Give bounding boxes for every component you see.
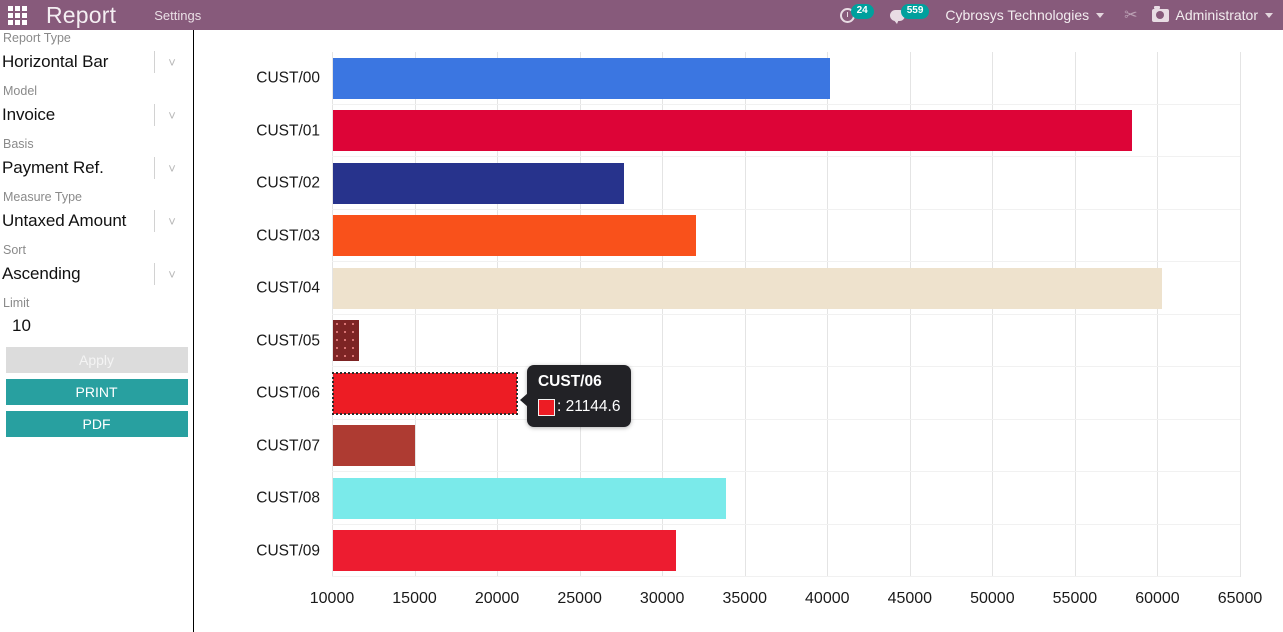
app-brand-title[interactable]: Report [46, 2, 116, 29]
y-axis-category-label: CUST/01 [256, 123, 320, 139]
y-axis-category-label: CUST/00 [256, 71, 320, 87]
chart-panel: 10000 15000 20000 25000 30000 35000 40000 45000… [195, 30, 1283, 632]
apply-button[interactable]: Apply [6, 347, 188, 373]
x-axis-tick-label: 20000 [475, 590, 520, 608]
basis-select-value[interactable]: Payment Ref. [2, 155, 154, 181]
tooltip-value-row: : 21144.6 [538, 397, 621, 418]
measure-type-select-value[interactable]: Untaxed Amount [2, 208, 154, 234]
chart-bar[interactable] [333, 425, 415, 466]
x-axis-tick-label: 25000 [557, 590, 602, 608]
tooltip-title: CUST/06 [538, 372, 621, 393]
report-options-sidebar: Report Type Horizontal Bar ˅ Model Invoi… [0, 30, 194, 632]
chart-bar[interactable] [333, 215, 696, 256]
y-axis-category-label: CUST/08 [256, 491, 320, 507]
sidebar-actions: Apply PRINT PDF [0, 347, 193, 437]
x-axis-tick-label: 50000 [970, 590, 1015, 608]
chart-row[interactable]: CUST/06 [332, 367, 1240, 420]
field-label-basis: Basis [2, 136, 189, 152]
y-axis-category-label: CUST/02 [256, 176, 320, 192]
chart-row[interactable]: CUST/07 [332, 420, 1240, 473]
chart-bar[interactable] [333, 268, 1162, 309]
chevron-down-icon[interactable]: ˅ [155, 161, 189, 176]
messages-count-badge: 559 [901, 4, 930, 19]
chevron-down-icon[interactable]: ˅ [155, 267, 189, 282]
field-label-sort: Sort [2, 242, 189, 258]
user-name: Administrator [1176, 7, 1258, 23]
apps-grid-icon[interactable] [2, 6, 32, 25]
tooltip-color-swatch [538, 399, 555, 416]
chart-bar[interactable] [333, 58, 830, 99]
menu-item-settings[interactable]: Settings [154, 8, 201, 23]
chart-row[interactable]: CUST/04 [332, 262, 1240, 315]
chevron-down-icon [1265, 13, 1273, 18]
x-gridline [1240, 52, 1241, 577]
x-axis-tick-label: 55000 [1053, 590, 1098, 608]
chart-bar[interactable] [333, 373, 517, 414]
field-label-limit: Limit [2, 295, 189, 311]
x-axis-tick-label: 60000 [1135, 590, 1180, 608]
y-gridline [332, 576, 1240, 577]
y-axis-category-label: CUST/03 [256, 228, 320, 244]
chevron-down-icon[interactable]: ˅ [155, 55, 189, 70]
chart-row[interactable]: CUST/02 [332, 157, 1240, 210]
x-axis-tick-label: 10000 [310, 590, 355, 608]
field-limit: Limit 10 [2, 295, 189, 341]
field-basis: Basis Payment Ref. ˅ [2, 136, 189, 184]
field-label-measure-type: Measure Type [2, 189, 189, 205]
field-sort: Sort Ascending ˅ [2, 242, 189, 290]
field-label-report-type: Report Type [2, 30, 189, 46]
chart-bar[interactable] [333, 320, 359, 361]
chart-row[interactable]: CUST/05 [332, 315, 1240, 368]
activity-count-badge: 24 [851, 4, 874, 19]
horizontal-bar-chart[interactable]: 1000015000200002500030000350004000045000… [332, 52, 1240, 577]
topbar-right-group: 24 559 Cybrosys Technologies ✂ Administr… [840, 0, 1283, 30]
y-axis-category-label: CUST/07 [256, 438, 320, 454]
chevron-down-icon [1096, 13, 1104, 18]
x-axis-tick-label: 30000 [640, 590, 685, 608]
y-axis-category-label: CUST/04 [256, 281, 320, 297]
model-select-value[interactable]: Invoice [2, 102, 154, 128]
company-name: Cybrosys Technologies [945, 7, 1089, 23]
company-switcher[interactable]: Cybrosys Technologies [945, 7, 1104, 23]
limit-input[interactable]: 10 [2, 311, 189, 341]
field-report-type: Report Type Horizontal Bar ˅ [2, 30, 189, 78]
field-model: Model Invoice ˅ [2, 83, 189, 131]
chart-row[interactable]: CUST/09 [332, 525, 1240, 578]
chart-row[interactable]: CUST/00 [332, 52, 1240, 105]
chart-row[interactable]: CUST/08 [332, 472, 1240, 525]
chevron-down-icon[interactable]: ˅ [155, 108, 189, 123]
messages-indicator[interactable]: 559 [890, 8, 930, 23]
x-axis-tick-label: 45000 [888, 590, 933, 608]
chart-bar[interactable] [333, 110, 1132, 151]
tools-icon[interactable]: ✂ [1124, 5, 1137, 25]
x-axis-tick-label: 65000 [1218, 590, 1263, 608]
chart-bar[interactable] [333, 530, 676, 571]
sidebar-fields: Report Type Horizontal Bar ˅ Model Invoi… [0, 30, 193, 341]
y-axis-category-label: CUST/05 [256, 333, 320, 349]
camera-avatar-icon [1152, 9, 1169, 22]
chart-row[interactable]: CUST/03 [332, 210, 1240, 263]
print-button[interactable]: PRINT [6, 379, 188, 405]
activity-indicator[interactable]: 24 [840, 8, 874, 23]
y-axis-category-label: CUST/09 [256, 543, 320, 559]
x-axis-tick-label: 15000 [392, 590, 437, 608]
x-axis-tick-label: 40000 [805, 590, 850, 608]
chart-bar[interactable] [333, 163, 624, 204]
user-menu[interactable]: Administrator [1152, 7, 1273, 23]
y-axis-category-label: CUST/06 [256, 386, 320, 402]
chart-bar[interactable] [333, 478, 726, 519]
sort-select-value[interactable]: Ascending [2, 261, 154, 287]
chart-tooltip: CUST/06 : 21144.6 [527, 365, 632, 427]
field-measure-type: Measure Type Untaxed Amount ˅ [2, 189, 189, 237]
tooltip-value: : 21144.6 [557, 397, 621, 418]
field-label-model: Model [2, 83, 189, 99]
chevron-down-icon[interactable]: ˅ [155, 214, 189, 229]
top-navigation-bar: Report Settings 24 559 Cybrosys Technolo… [0, 0, 1283, 30]
x-axis-tick-label: 35000 [722, 590, 767, 608]
report-type-select-value[interactable]: Horizontal Bar [2, 49, 154, 75]
chart-row[interactable]: CUST/01 [332, 105, 1240, 158]
pdf-button[interactable]: PDF [6, 411, 188, 437]
